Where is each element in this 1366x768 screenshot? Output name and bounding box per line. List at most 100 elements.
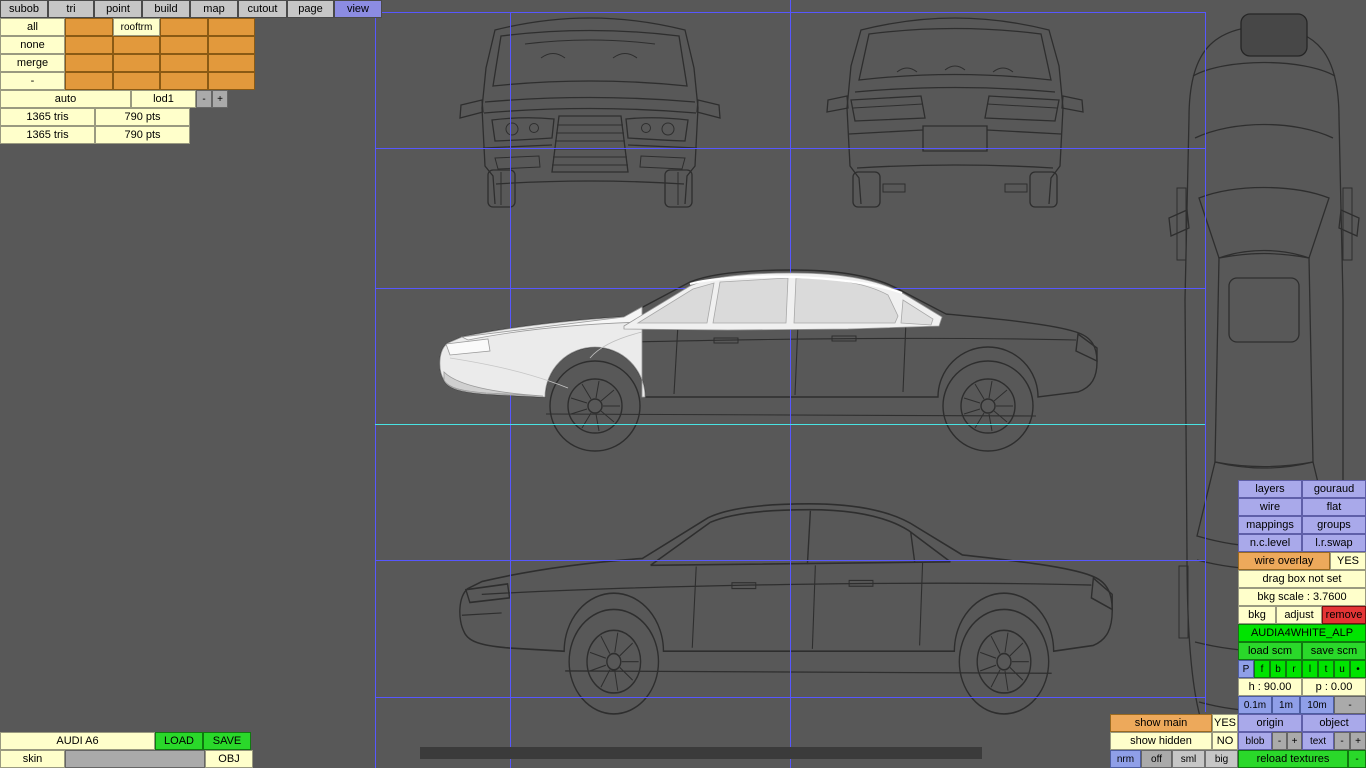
load-scm-button[interactable]: load scm — [1238, 642, 1302, 660]
grid-hline — [375, 148, 1205, 149]
trim-cell[interactable] — [160, 36, 208, 54]
origin-button[interactable]: origin — [1238, 714, 1302, 732]
remove-button[interactable]: remove — [1322, 606, 1366, 624]
view-key-under[interactable]: u — [1334, 660, 1350, 678]
viewport-scrollbar[interactable] — [420, 747, 982, 759]
view-key-perspective[interactable]: P — [1238, 660, 1254, 678]
tab-tri[interactable]: tri — [48, 0, 94, 18]
tab-cutout[interactable]: cutout — [238, 0, 287, 18]
trim-cell[interactable] — [65, 54, 113, 72]
trim-cell[interactable] — [160, 72, 208, 90]
wire-overlay-button[interactable]: wire overlay — [1238, 552, 1330, 570]
view-key-right[interactable]: r — [1286, 660, 1302, 678]
trim-cell[interactable] — [208, 72, 255, 90]
nrm-button[interactable]: nrm — [1110, 750, 1141, 768]
trim-cell[interactable] — [113, 72, 160, 90]
trim-cell[interactable] — [160, 54, 208, 72]
viewport[interactable] — [0, 0, 1366, 768]
wire-button[interactable]: wire — [1238, 498, 1302, 516]
tris-count: 1365 tris — [0, 126, 95, 144]
layers-button[interactable]: layers — [1238, 480, 1302, 498]
trim-cell[interactable] — [208, 36, 255, 54]
gouraud-button[interactable]: gouraud — [1302, 480, 1366, 498]
texture-name-button[interactable]: AUDIA4WHITE_ALP — [1238, 624, 1366, 642]
pts-count: 790 pts — [95, 108, 190, 126]
mappings-button[interactable]: mappings — [1238, 516, 1302, 534]
grid-hline — [375, 697, 1205, 698]
trim-cell[interactable] — [65, 36, 113, 54]
tab-point[interactable]: point — [94, 0, 142, 18]
grid-unit-minus[interactable]: - — [1334, 696, 1366, 714]
text-plus-button[interactable]: + — [1350, 732, 1366, 750]
grid-unit-01m[interactable]: 0.1m — [1238, 696, 1272, 714]
show-main-value[interactable]: YES — [1212, 714, 1238, 732]
select-minus-button[interactable]: - — [0, 72, 65, 90]
grid-vline — [375, 0, 376, 768]
trim-cell[interactable] — [208, 18, 255, 36]
view-key-dot[interactable]: • — [1350, 660, 1366, 678]
blob-plus-button[interactable]: + — [1287, 732, 1302, 750]
nc-level-button[interactable]: n.c.level — [1238, 534, 1302, 552]
save-scm-button[interactable]: save scm — [1302, 642, 1366, 660]
pts-count: 790 pts — [95, 126, 190, 144]
blob-button[interactable]: blob — [1238, 732, 1272, 750]
heading-readout: h : 90.00 — [1238, 678, 1302, 696]
grid-hline — [375, 12, 1205, 13]
trim-cell[interactable] — [208, 54, 255, 72]
auto-button[interactable]: auto — [0, 90, 131, 108]
trim-cell-active[interactable]: rooftrm — [113, 18, 160, 36]
tab-build[interactable]: build — [142, 0, 190, 18]
view-key-left[interactable]: l — [1302, 660, 1318, 678]
load-button[interactable]: LOAD — [155, 732, 203, 750]
bkg-scale-status: bkg scale : 3.7600 — [1238, 588, 1366, 606]
tab-subob[interactable]: subob — [0, 0, 48, 18]
trim-cell[interactable] — [160, 18, 208, 36]
skin-button[interactable]: skin — [0, 750, 65, 768]
tab-view[interactable]: view — [334, 0, 382, 18]
select-all-button[interactable]: all — [0, 18, 65, 36]
grid-unit-1m[interactable]: 1m — [1272, 696, 1300, 714]
text-button[interactable]: text — [1302, 732, 1334, 750]
nrm-off-button[interactable]: off — [1141, 750, 1172, 768]
lr-swap-button[interactable]: l.r.swap — [1302, 534, 1366, 552]
grid-vline — [1205, 12, 1206, 712]
model-3d-overlay[interactable] — [428, 246, 1128, 458]
show-hidden-value[interactable]: NO — [1212, 732, 1238, 750]
bkg-button[interactable]: bkg — [1238, 606, 1276, 624]
lod-button[interactable]: lod1 — [131, 90, 196, 108]
reload-textures-button[interactable]: reload textures — [1238, 750, 1348, 768]
tab-page[interactable]: page — [287, 0, 334, 18]
view-key-back[interactable]: b — [1270, 660, 1286, 678]
show-hidden-toggle[interactable]: show hidden — [1110, 732, 1212, 750]
tris-count: 1365 tris — [0, 108, 95, 126]
object-button[interactable]: object — [1302, 714, 1366, 732]
nrm-big-button[interactable]: big — [1205, 750, 1238, 768]
trim-cell[interactable] — [113, 36, 160, 54]
show-main-toggle[interactable]: show main — [1110, 714, 1212, 732]
flat-button[interactable]: flat — [1302, 498, 1366, 516]
select-merge-button[interactable]: merge — [0, 54, 65, 72]
adjust-button[interactable]: adjust — [1276, 606, 1322, 624]
wire-overlay-value[interactable]: YES — [1330, 552, 1366, 570]
text-minus-button[interactable]: - — [1334, 732, 1350, 750]
nrm-sml-button[interactable]: sml — [1172, 750, 1205, 768]
side-view-lower-blueprint — [448, 476, 1143, 722]
obj-button[interactable]: OBJ — [205, 750, 253, 768]
trim-cell[interactable] — [65, 18, 113, 36]
groups-button[interactable]: groups — [1302, 516, 1366, 534]
model-name-field[interactable]: AUDI A6 — [0, 732, 155, 750]
reload-minus-button[interactable]: - — [1348, 750, 1366, 768]
tab-map[interactable]: map — [190, 0, 238, 18]
lod-plus-button[interactable]: + — [212, 90, 228, 108]
select-none-button[interactable]: none — [0, 36, 65, 54]
trim-cell[interactable] — [65, 72, 113, 90]
grid-unit-10m[interactable]: 10m — [1300, 696, 1334, 714]
view-key-front[interactable]: f — [1254, 660, 1270, 678]
lod-minus-button[interactable]: - — [196, 90, 212, 108]
blob-minus-button[interactable]: - — [1272, 732, 1287, 750]
view-key-top[interactable]: t — [1318, 660, 1334, 678]
trim-cell[interactable] — [113, 54, 160, 72]
rear-view-blueprint — [826, 17, 1084, 208]
file-bar-filler — [65, 750, 205, 768]
save-button[interactable]: SAVE — [203, 732, 251, 750]
